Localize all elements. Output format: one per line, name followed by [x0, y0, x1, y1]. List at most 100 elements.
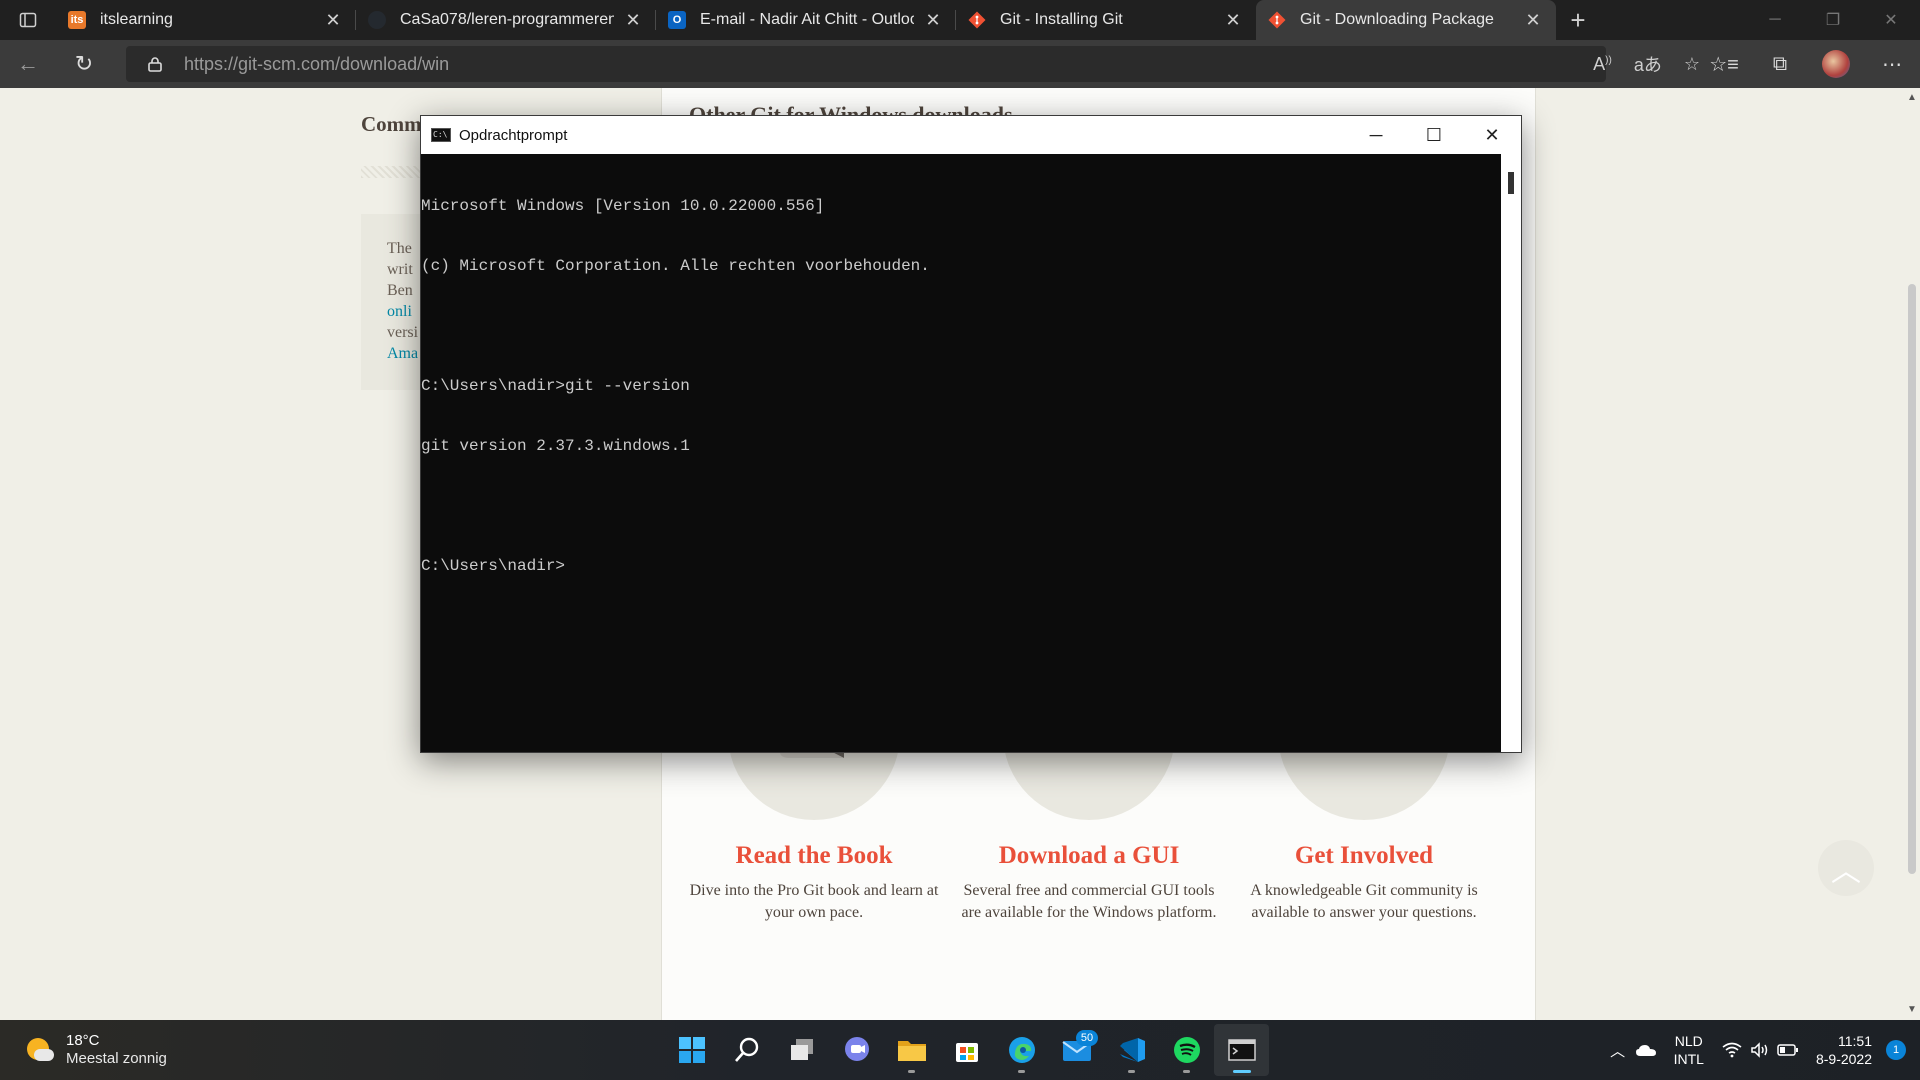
tab-close-button[interactable]: ✕	[1522, 9, 1544, 31]
clock-date: 8-9-2022	[1815, 1051, 1872, 1067]
scrollbar-thumb[interactable]	[1908, 284, 1916, 874]
git-icon	[968, 11, 986, 29]
start-button[interactable]	[664, 1024, 719, 1076]
collections-icon: ⧉	[1772, 52, 1788, 75]
lock-icon	[148, 56, 170, 72]
wifi-icon[interactable]	[1718, 1042, 1746, 1058]
spotify-icon	[1173, 1037, 1200, 1063]
collections-button[interactable]: ⧉	[1752, 40, 1808, 88]
console-line: (c) Microsoft Corporation. Alle rechten …	[421, 257, 930, 275]
weather-widget[interactable]: 18°C Meestal zonnig	[24, 1032, 167, 1068]
tab-git-installing[interactable]: Git - Installing Git ✕	[956, 0, 1256, 40]
tab-outlook[interactable]: O E-mail - Nadir Ait Chitt - Outlook ✕	[656, 0, 956, 40]
tab-itslearning[interactable]: its itslearning ✕	[56, 0, 356, 40]
back-button[interactable]: ←	[0, 40, 56, 88]
running-indicator	[1233, 1070, 1251, 1073]
folder-icon	[897, 1041, 926, 1061]
cmd-console[interactable]: Microsoft Windows [Version 10.0.22000.55…	[421, 154, 1501, 752]
tab-close-button[interactable]: ✕	[322, 9, 344, 31]
volume-icon[interactable]	[1746, 1042, 1774, 1058]
windows-start-icon	[678, 1037, 705, 1063]
tab-title: E-mail - Nadir Ait Chitt - Outlook	[700, 11, 914, 28]
cmd-icon: C:\	[431, 128, 451, 142]
terminal-icon	[1227, 1039, 1256, 1061]
show-hidden-icons-button[interactable]: ︿	[1604, 1040, 1632, 1061]
new-tab-button[interactable]: +	[1556, 0, 1600, 40]
more-icon: ⋯	[1882, 53, 1902, 76]
url-input[interactable]: https://git-scm.com/download/win	[126, 46, 1606, 82]
tab-close-button[interactable]: ✕	[622, 9, 644, 31]
search-button[interactable]	[719, 1024, 774, 1076]
tab-git-downloading[interactable]: Git - Downloading Package ✕	[1256, 0, 1556, 40]
feature-title[interactable]: Get Involved	[1234, 842, 1494, 870]
microsoft-store-button[interactable]	[939, 1024, 994, 1076]
page-scrollbar[interactable]: ▲ ▼	[1904, 88, 1920, 1020]
cmd-minimize-button[interactable]: ─	[1347, 116, 1405, 154]
settings-more-button[interactable]: ⋯	[1864, 40, 1920, 88]
language-indicator[interactable]: NLD INTL	[1674, 1032, 1704, 1068]
itslearning-icon: its	[68, 11, 86, 29]
onedrive-icon[interactable]	[1632, 1043, 1660, 1057]
cmd-maximize-button[interactable]: ☐	[1405, 116, 1463, 154]
scroll-down-arrow-icon[interactable]: ▼	[1907, 1004, 1917, 1015]
running-indicator	[908, 1070, 915, 1073]
feature-title[interactable]: Read the Book	[684, 842, 944, 870]
refresh-icon: ↻	[74, 51, 94, 76]
favorites-button[interactable]: ☆≡	[1696, 40, 1752, 88]
battery-icon[interactable]	[1774, 1043, 1802, 1057]
task-view-button[interactable]	[774, 1024, 829, 1076]
running-indicator	[1128, 1070, 1135, 1073]
cmd-title: Opdrachtprompt	[459, 126, 568, 144]
console-line: C:\Users\nadir>git --version	[421, 377, 690, 395]
restore-button[interactable]: ❐	[1804, 0, 1862, 40]
tab-title: Git - Installing Git	[1000, 11, 1123, 28]
read-aloud-icon[interactable]: A))	[1593, 54, 1612, 75]
minimize-button[interactable]: ─	[1746, 0, 1804, 40]
taskbar-apps: 50	[664, 1024, 1269, 1076]
clock[interactable]: 11:51 8-9-2022	[1816, 1032, 1872, 1068]
scroll-up-arrow-icon[interactable]: ▲	[1907, 92, 1917, 103]
tab-title: itslearning	[100, 11, 173, 28]
vscode-button[interactable]	[1104, 1024, 1159, 1076]
feature-description: Several free and commercial GUI tools ar…	[961, 882, 1217, 921]
mail-button[interactable]: 50	[1049, 1024, 1104, 1076]
refresh-button[interactable]: ↻	[56, 40, 112, 88]
tab-close-button[interactable]: ✕	[1222, 9, 1244, 31]
tab-close-button[interactable]: ✕	[922, 9, 944, 31]
clock-time: 11:51	[1838, 1033, 1872, 1049]
notification-badge[interactable]: 1	[1886, 1040, 1906, 1060]
outlook-icon: O	[668, 11, 686, 29]
weather-description: Meestal zonnig	[66, 1050, 167, 1067]
feature-description: Dive into the Pro Git book and learn at …	[689, 882, 939, 921]
browser-window-controls: ─ ❐ ✕	[1746, 0, 1920, 40]
cmd-titlebar[interactable]: C:\ Opdrachtprompt ─ ☐ ✕	[421, 116, 1521, 154]
tab-github[interactable]: CaSa078/leren-programmeren ✕	[356, 0, 656, 40]
cmd-scrollbar[interactable]	[1501, 154, 1521, 752]
command-prompt-taskbar-button[interactable]	[1214, 1024, 1269, 1076]
console-line: git version 2.37.3.windows.1	[421, 437, 690, 455]
chevron-up-icon: ︿	[1610, 1042, 1626, 1060]
cmd-scrollbar-thumb[interactable]	[1508, 172, 1514, 194]
side-heading: Comm	[361, 112, 422, 136]
teams-chat-button[interactable]	[829, 1024, 884, 1076]
git-icon	[1268, 11, 1286, 29]
command-prompt-window: C:\ Opdrachtprompt ─ ☐ ✕ Microsoft Windo…	[420, 115, 1522, 753]
cmd-close-button[interactable]: ✕	[1463, 116, 1521, 154]
feature-title[interactable]: Download a GUI	[959, 842, 1219, 870]
back-arrow-icon: ←	[17, 51, 39, 76]
browser-toolbar: ☆≡ ⧉ ⋯	[1696, 40, 1920, 88]
edge-button[interactable]	[994, 1024, 1049, 1076]
avatar[interactable]	[1822, 50, 1850, 78]
weather-temperature: 18°C	[66, 1032, 100, 1049]
scroll-to-top-button[interactable]: ︿	[1818, 840, 1874, 896]
tab-title: Git - Downloading Package	[1300, 11, 1494, 28]
spotify-button[interactable]	[1159, 1024, 1214, 1076]
github-icon	[368, 11, 386, 29]
tab-actions-button[interactable]	[0, 0, 56, 40]
system-tray: ︿ NLD INTL 11:51 8-9-2022 1	[1604, 1020, 1920, 1080]
file-explorer-button[interactable]	[884, 1024, 939, 1076]
search-icon	[734, 1037, 758, 1062]
translate-icon[interactable]: aあ	[1634, 51, 1662, 77]
close-window-button[interactable]: ✕	[1862, 0, 1920, 40]
